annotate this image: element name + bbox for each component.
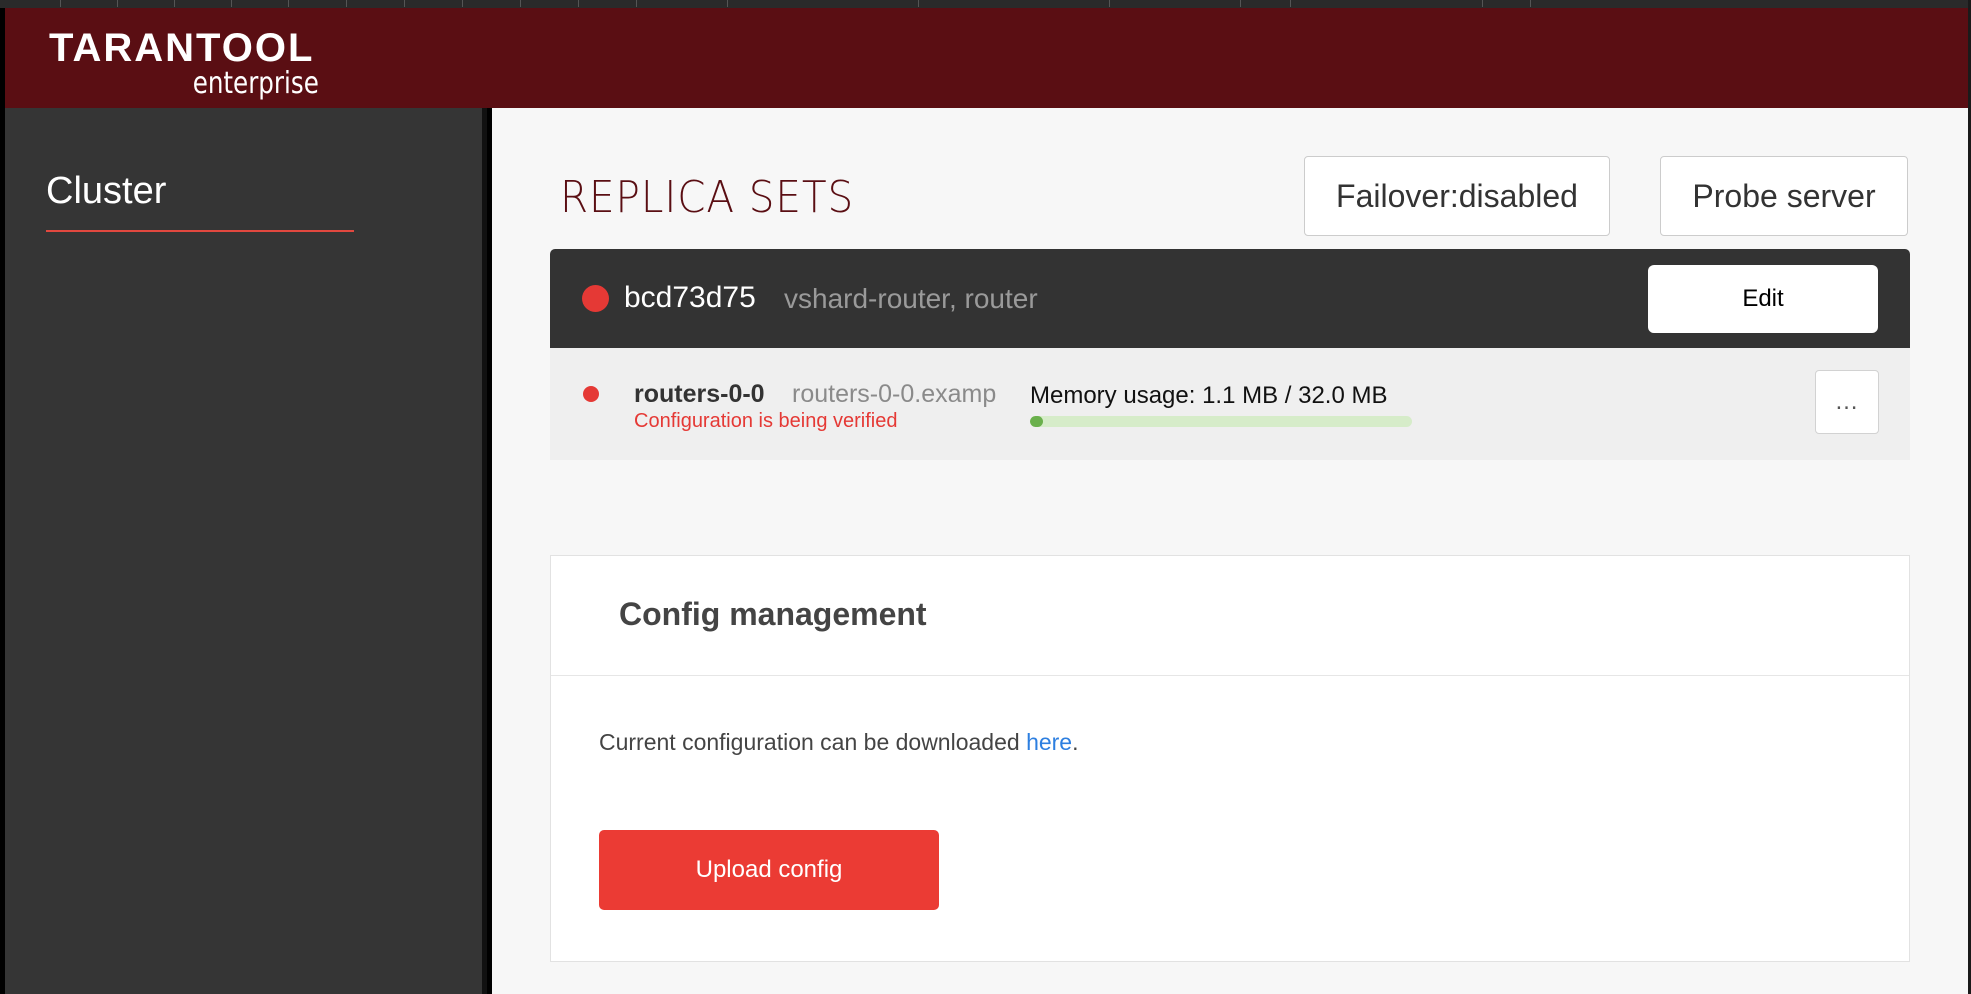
strip-tick (60, 0, 61, 7)
sidebar-divider (482, 108, 487, 994)
tarantool-logo[interactable]: TARANTOOL enterprise (49, 20, 319, 101)
more-icon: … (1834, 388, 1860, 415)
config-card-header: Config management (551, 556, 1909, 676)
sidebar-item-cluster[interactable]: Cluster (46, 170, 166, 213)
strip-tick (231, 0, 232, 7)
main-content: REPLICA SETS Failover:disabled Probe ser… (492, 108, 1968, 994)
strip-tick (288, 0, 289, 7)
top-strip (0, 0, 1971, 8)
strip-tick (117, 0, 118, 7)
server-more-button[interactable]: … (1815, 370, 1879, 434)
logo-main-text: TARANTOOL (49, 26, 315, 70)
sidebar: Cluster (5, 108, 487, 994)
strip-tick (1290, 0, 1291, 7)
memory-usage-label: Memory usage: 1.1 MB / 32.0 MB (1030, 382, 1388, 409)
strip-tick (1530, 0, 1531, 7)
server-uri: routers-0-0.examp (792, 380, 997, 408)
edit-replicaset-button[interactable]: Edit (1648, 265, 1878, 333)
upload-config-button[interactable]: Upload config (599, 830, 939, 910)
page-title: REPLICA SETS (560, 172, 855, 223)
config-title: Config management (619, 596, 927, 632)
config-download-text: Current configuration can be downloaded … (599, 729, 1079, 756)
config-management-card: Config management Current configuration … (550, 555, 1910, 962)
probe-server-button[interactable]: Probe server (1660, 156, 1908, 236)
strip-tick (462, 0, 463, 7)
failover-button[interactable]: Failover:disabled (1304, 156, 1610, 236)
logo-sub-text: enterprise (192, 66, 319, 101)
memory-usage-fill (1030, 416, 1043, 427)
app-header: TARANTOOL enterprise (5, 8, 1968, 108)
strip-tick (1109, 0, 1110, 7)
config-text-after: . (1072, 729, 1079, 755)
replicaset-header: bcd73d75 vshard-router, router Edit (550, 249, 1910, 348)
strip-tick (346, 0, 347, 7)
memory-usage-bar (1030, 416, 1412, 427)
server-status-dot (583, 386, 599, 402)
strip-tick (918, 0, 919, 7)
strip-tick (727, 0, 728, 7)
replicaset-id: bcd73d75 (624, 281, 756, 314)
replicaset-status-dot (582, 285, 609, 312)
strip-tick (404, 0, 405, 7)
server-row: routers-0-0 routers-0-0.examp Configurat… (550, 348, 1910, 460)
strip-tick (520, 0, 521, 7)
strip-tick (578, 0, 579, 7)
server-name: routers-0-0 (634, 380, 765, 408)
strip-tick (1482, 0, 1483, 7)
strip-tick (1240, 0, 1241, 7)
sidebar-active-indicator (46, 230, 354, 232)
server-status-message: Configuration is being verified (634, 410, 898, 432)
strip-tick (636, 0, 637, 7)
config-download-link[interactable]: here (1026, 729, 1072, 755)
config-text-before: Current configuration can be downloaded (599, 729, 1027, 755)
strip-tick (174, 0, 175, 7)
replicaset-roles: vshard-router, router (784, 283, 1038, 314)
